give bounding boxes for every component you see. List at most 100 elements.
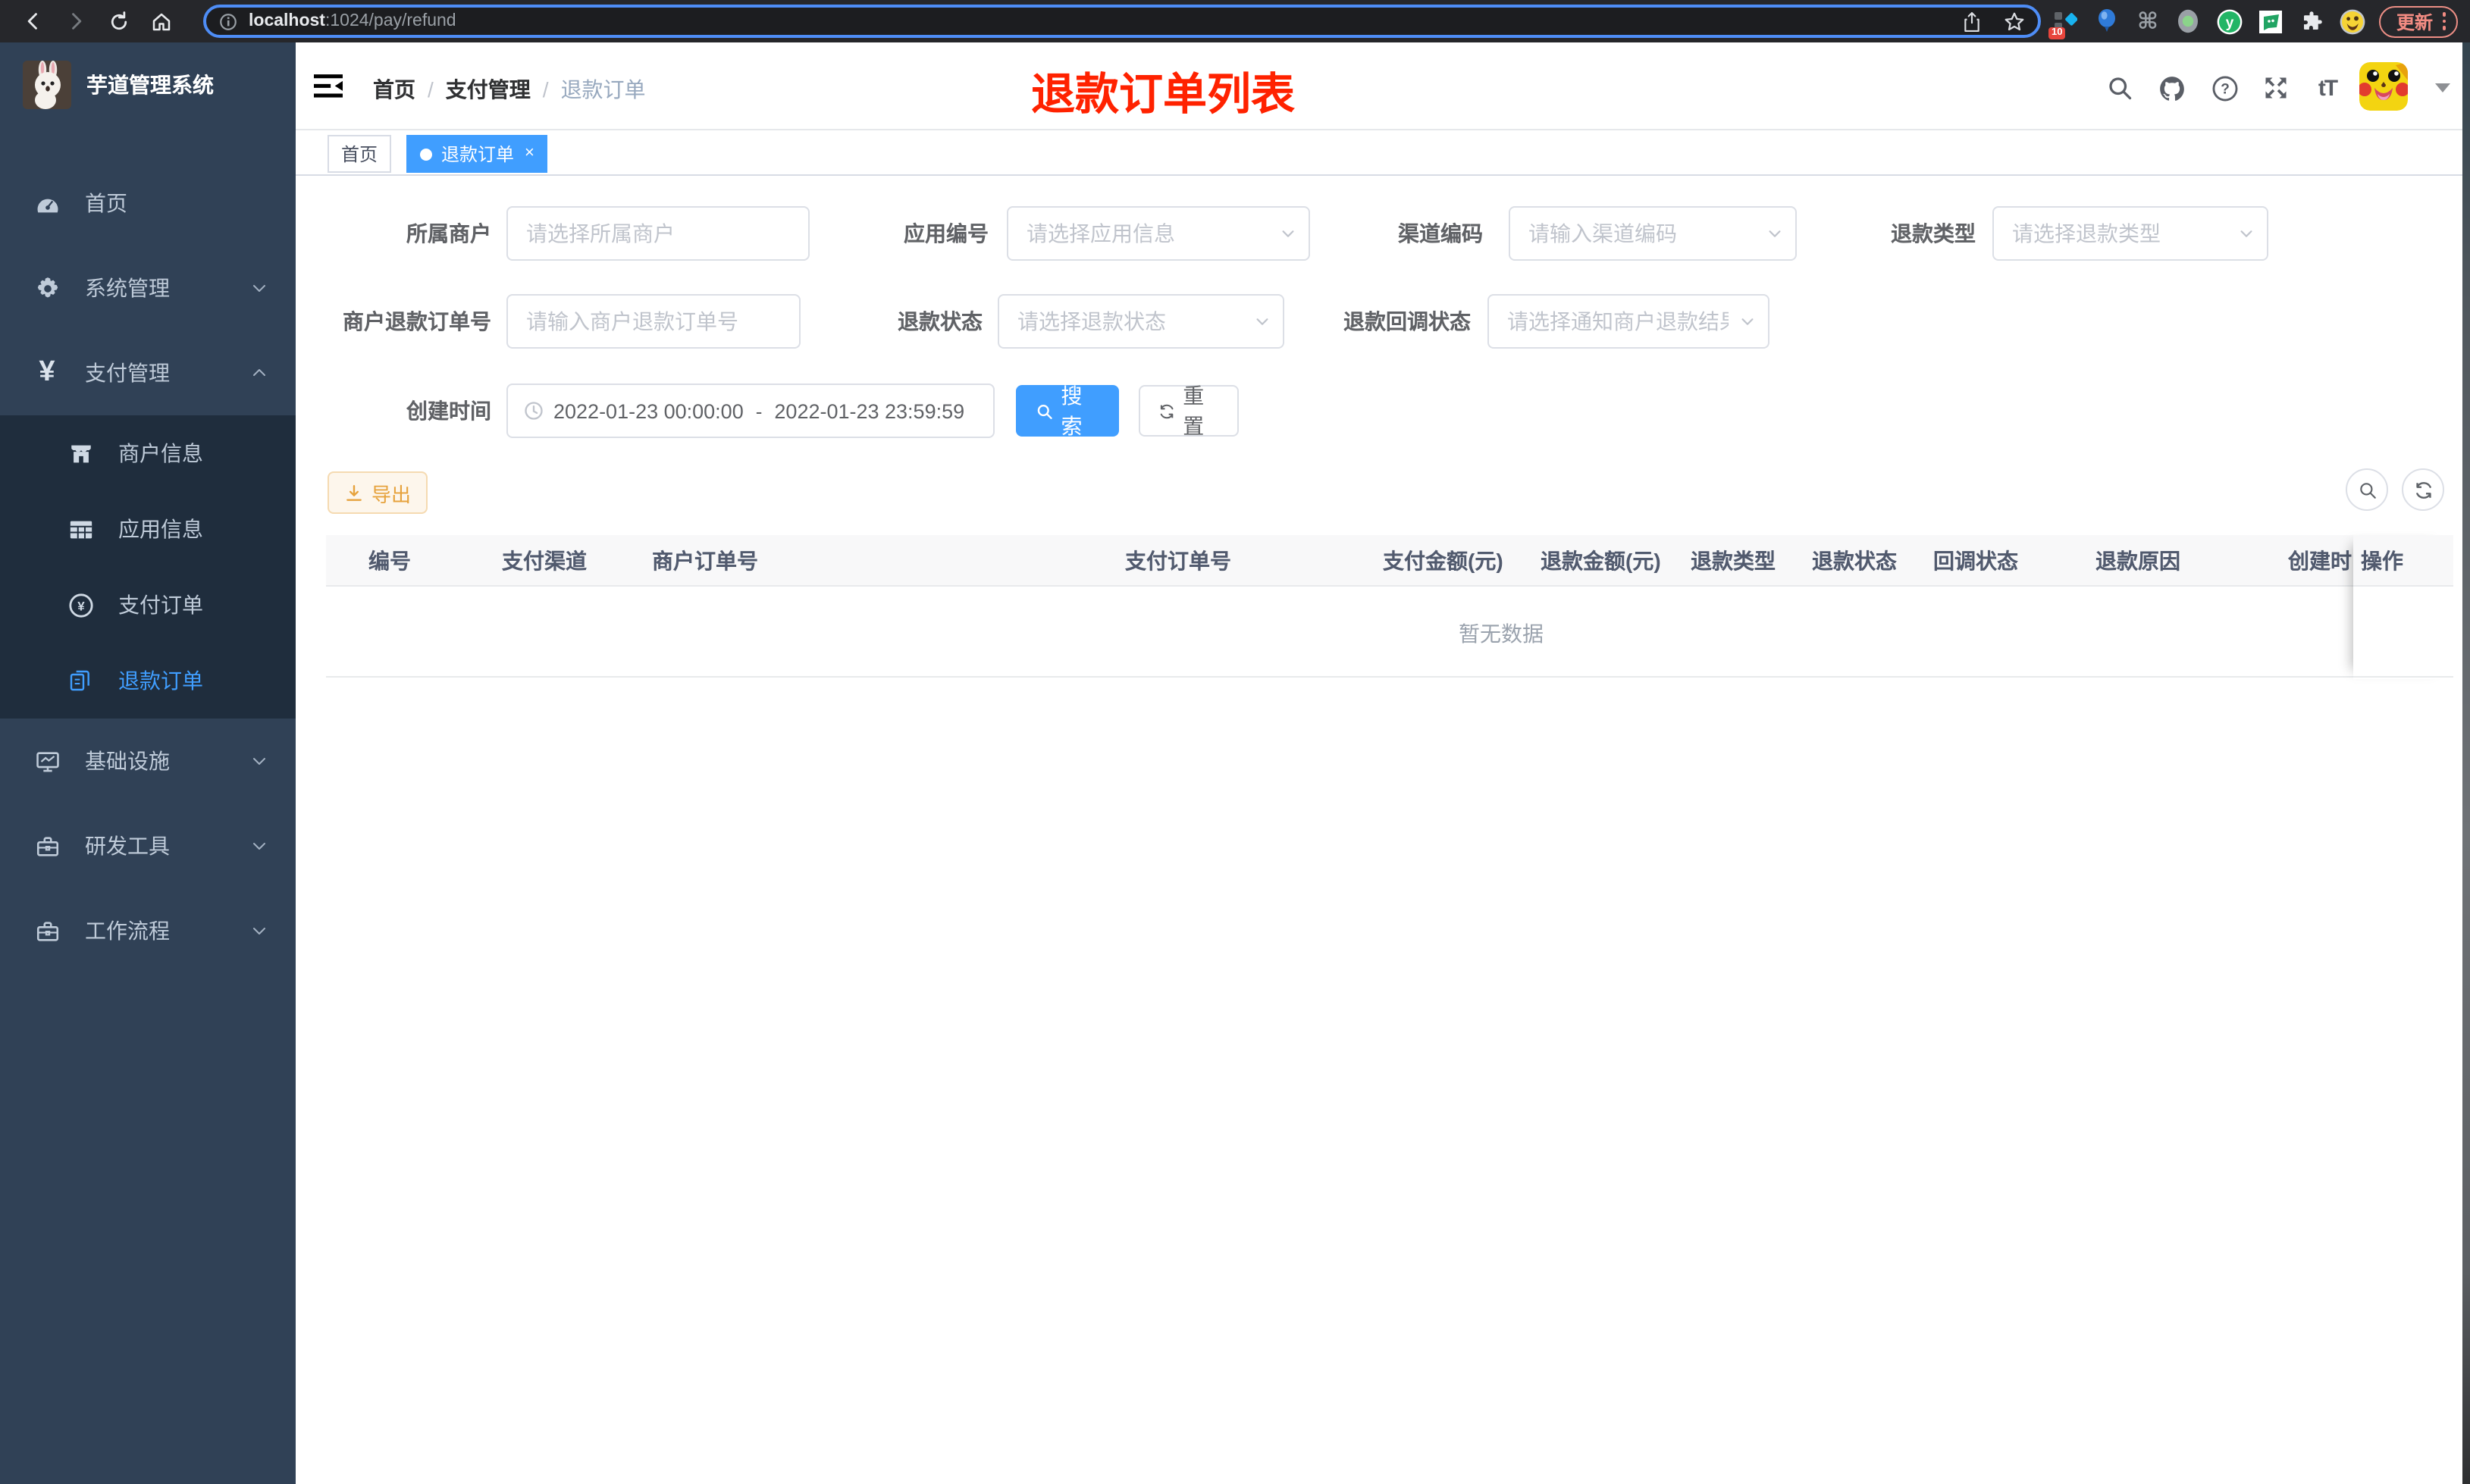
- app-window: localhost:1024/pay/refund 10 ⌘ y 更新 芋道管理…: [0, 0, 2470, 1484]
- help-question-icon[interactable]: ?: [2209, 73, 2240, 103]
- browser-toolbar: localhost:1024/pay/refund 10 ⌘ y 更新: [0, 0, 2470, 42]
- merchant-refund-no-input[interactable]: [506, 294, 801, 349]
- sidebar-item-label: 支付订单: [118, 593, 203, 617]
- col-refund-status: 退款状态: [1812, 549, 1897, 573]
- col-pay-amount: 支付金额(元): [1383, 549, 1503, 573]
- tab-close-icon[interactable]: ×: [525, 145, 534, 162]
- extension-chat-icon[interactable]: [2257, 8, 2284, 35]
- create-time-range-picker[interactable]: 2022-01-23 00:00:00 - 2022-01-23 23:59:5…: [506, 384, 995, 438]
- sidebar-item-payment[interactable]: ¥ 支付管理: [0, 330, 296, 415]
- extension-badge: 10: [2048, 27, 2065, 39]
- sidebar-item-merchant-info[interactable]: 商户信息: [0, 415, 296, 491]
- extension-command-icon[interactable]: ⌘: [2134, 8, 2161, 35]
- fullscreen-icon[interactable]: [2261, 73, 2291, 103]
- font-size-icon[interactable]: tT: [2309, 73, 2346, 103]
- sidebar-item-label: 支付管理: [85, 361, 170, 385]
- refresh-icon: [1160, 403, 1174, 418]
- col-callback-status: 回调状态: [1933, 549, 2018, 573]
- tab-refund-order[interactable]: 退款订单 ×: [406, 135, 548, 173]
- sidebar-fold-icon[interactable]: [314, 73, 343, 100]
- profile-emoji-icon[interactable]: [2339, 8, 2366, 35]
- active-dot: [420, 148, 432, 160]
- navbar: 首页 / 支付管理 / 退款订单 退款订单列表 ? tT: [296, 42, 2462, 130]
- col-pay-order-no: 支付订单号: [1125, 549, 1231, 573]
- select-placeholder: 请选择通知商户退款结果的: [1507, 309, 1729, 333]
- sidebar-item-app-info[interactable]: 应用信息: [0, 491, 296, 567]
- tab-home[interactable]: 首页: [328, 135, 392, 173]
- site-info-icon[interactable]: [218, 11, 238, 31]
- header-search-icon[interactable]: [2105, 73, 2135, 103]
- date-start[interactable]: 2022-01-23 00:00:00: [553, 399, 744, 422]
- sidebar-item-label: 退款订单: [118, 668, 203, 693]
- gear-icon: [33, 274, 61, 302]
- sidebar-item-label: 工作流程: [85, 919, 170, 943]
- filter-label-create-time: 创建时间: [406, 399, 491, 423]
- col-create-time: 创建时间: [2288, 549, 2353, 573]
- export-button[interactable]: 导出: [328, 471, 428, 514]
- extension-balloon-icon[interactable]: [2093, 8, 2121, 35]
- sidebar-item-dev-tools[interactable]: 研发工具: [0, 803, 296, 888]
- sidebar-item-refund-order[interactable]: 退款订单: [0, 643, 296, 719]
- bookmark-star-icon[interactable]: [2003, 10, 2026, 33]
- channel-select[interactable]: 请输入渠道编码: [1509, 206, 1797, 261]
- clock-icon: [525, 402, 543, 420]
- show-search-toggle-button[interactable]: [2346, 468, 2388, 511]
- window-edge-strip: [2462, 42, 2470, 1484]
- search-icon: [1037, 404, 1052, 418]
- col-refund-reason: 退款原因: [2095, 549, 2180, 573]
- date-separator: -: [755, 399, 763, 422]
- browser-home-icon[interactable]: [143, 3, 179, 39]
- chevron-down-icon: [253, 285, 265, 292]
- col-pay-channel: 支付渠道: [502, 549, 587, 573]
- select-placeholder: 请输入渠道编码: [1528, 221, 1677, 246]
- refresh-table-button[interactable]: [2402, 468, 2444, 511]
- extensions-puzzle-icon[interactable]: [2298, 8, 2325, 35]
- browser-update-button[interactable]: 更新: [2379, 5, 2458, 37]
- sidebar-item-infra[interactable]: 基础设施: [0, 719, 296, 803]
- share-icon[interactable]: [1962, 10, 1982, 33]
- refund-status-select[interactable]: 请选择退款状态: [998, 294, 1284, 349]
- payment-submenu: 商户信息 应用信息 ¥ 支付订单 退款订单: [0, 415, 296, 719]
- extension-green-dot-icon[interactable]: [2175, 8, 2202, 35]
- address-bar[interactable]: localhost:1024/pay/refund: [203, 5, 2041, 38]
- avatar-caret-icon[interactable]: [2435, 83, 2450, 92]
- logo-rabbit-avatar: [23, 61, 71, 109]
- breadcrumb: 首页 / 支付管理 / 退款订单: [373, 77, 646, 102]
- breadcrumb-section[interactable]: 支付管理: [446, 77, 531, 102]
- sidebar-logo[interactable]: 芋道管理系统: [0, 42, 296, 127]
- refund-type-select[interactable]: 请选择退款类型: [1992, 206, 2268, 261]
- reset-button[interactable]: 重置: [1139, 384, 1239, 438]
- table-grid-icon: [67, 515, 94, 543]
- sidebar-item-system[interactable]: 系统管理: [0, 246, 296, 330]
- empty-text: 暂无数据: [1459, 621, 1544, 646]
- svg-text:¥: ¥: [77, 598, 84, 612]
- col-merchant-order-no: 商户订单号: [652, 549, 758, 573]
- extension-pin-icon[interactable]: 10: [2048, 8, 2080, 39]
- url-text: localhost:1024/pay/refund: [249, 12, 456, 30]
- breadcrumb-home[interactable]: 首页: [373, 77, 415, 102]
- notify-status-select[interactable]: 请选择通知商户退款结果的: [1487, 294, 1769, 349]
- browser-forward-icon[interactable]: [58, 3, 94, 39]
- browser-menu-icon[interactable]: [2442, 12, 2446, 30]
- briefcase-icon: [33, 917, 61, 944]
- search-button[interactable]: 搜索: [1016, 384, 1119, 438]
- filter-label-merchant-refund-no: 商户退款订单号: [343, 309, 491, 333]
- merchant-input[interactable]: [506, 206, 810, 261]
- col-refund-amount: 退款金额(元): [1541, 549, 1661, 573]
- date-end[interactable]: 2022-01-23 23:59:59: [774, 399, 964, 422]
- extensions-row: 10 ⌘ y 更新: [2048, 0, 2458, 42]
- sidebar-item-home[interactable]: 首页: [0, 161, 296, 246]
- chevron-down-icon: [1256, 318, 1268, 325]
- sidebar-item-pay-order[interactable]: ¥ 支付订单: [0, 567, 296, 643]
- extension-y-icon[interactable]: y: [2216, 8, 2243, 35]
- update-label: 更新: [2396, 11, 2433, 33]
- github-icon[interactable]: [2156, 73, 2186, 103]
- browser-back-icon[interactable]: [15, 3, 52, 39]
- browser-reload-icon[interactable]: [100, 3, 136, 39]
- monitor-chart-icon: [33, 747, 61, 775]
- sidebar-item-workflow[interactable]: 工作流程: [0, 888, 296, 973]
- search-icon: [2359, 482, 2375, 498]
- user-avatar[interactable]: [2359, 62, 2408, 111]
- app-select[interactable]: 请选择应用信息: [1007, 206, 1310, 261]
- search-label: 搜索: [1061, 384, 1083, 438]
